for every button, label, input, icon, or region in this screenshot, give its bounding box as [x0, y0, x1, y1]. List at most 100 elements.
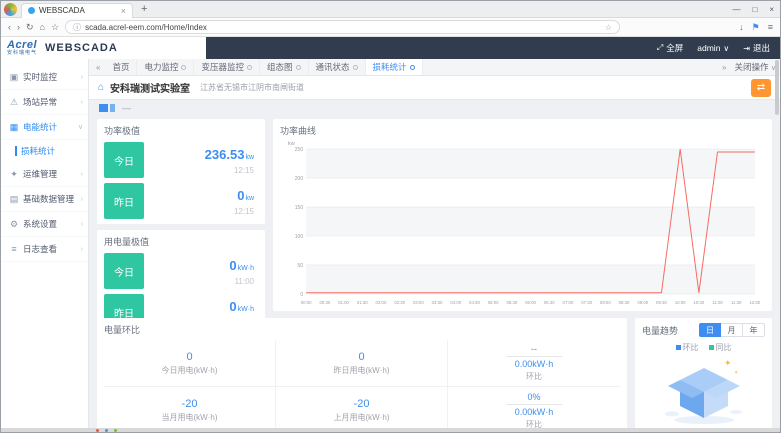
- app-header: Acrel 安科瑞电气 WEBSCADA ⤢ 全屏 admin ∨ ⇥ 退出: [1, 37, 780, 59]
- sidebar-subitem-label: 损耗统计: [21, 145, 55, 157]
- cell-label: 昨日用电(kW·h): [334, 365, 390, 376]
- logout-icon: ⇥: [743, 44, 750, 53]
- url-bar[interactable]: ⓘ scada.acrel-eem.com/Home/Index ☆: [65, 20, 620, 34]
- compare-grid: 0今日用电(kW·h)0昨日用电(kW·h)--0.00kW·h环比-20当月用…: [104, 340, 620, 433]
- menu-icon[interactable]: ≡: [768, 22, 773, 32]
- range-button-月[interactable]: 月: [721, 323, 743, 337]
- chevron-icon: ›: [81, 196, 83, 203]
- empty-state-illustration: ✦ ✦: [642, 356, 765, 428]
- sidebar-item-label: 场站异常: [23, 96, 81, 108]
- page-scrollbar[interactable]: [775, 60, 779, 427]
- tab-scroll-left-icon[interactable]: «: [93, 63, 103, 72]
- tab-close-icon[interactable]: [296, 65, 301, 70]
- tab-组态图[interactable]: 组态图: [260, 59, 309, 75]
- taskbar-dot: [105, 429, 108, 432]
- tab-close-icon[interactable]: ×: [121, 6, 126, 16]
- svg-text:02:30: 02:30: [394, 300, 405, 305]
- blue-square-small-icon[interactable]: [110, 104, 115, 112]
- home-icon[interactable]: ⌂: [40, 22, 45, 32]
- database-icon: ▤: [9, 194, 19, 205]
- compare-cell: -20上月用电(kW·h): [276, 387, 448, 433]
- ratio-delta: 0.00kW·h: [515, 359, 554, 369]
- tab-close-icon[interactable]: [181, 65, 186, 70]
- tab-close-icon[interactable]: [353, 65, 358, 70]
- sidebar-subitem-损耗统计[interactable]: 损耗统计: [1, 140, 88, 162]
- blue-square-icon[interactable]: [99, 104, 108, 112]
- svg-text:09:00: 09:00: [637, 300, 648, 305]
- tab-scroll-right-icon[interactable]: »: [719, 63, 729, 72]
- sidebar-item-运维管理[interactable]: ✦运维管理›: [1, 162, 88, 187]
- svg-text:06:00: 06:00: [525, 300, 536, 305]
- card-values: 0kw12:15: [144, 187, 258, 216]
- legend-item[interactable]: 环比: [676, 342, 699, 353]
- collapse-dash[interactable]: —: [122, 103, 131, 113]
- header-actions: ⤢ 全屏 admin ∨ ⇥ 退出: [657, 37, 780, 59]
- tab-通讯状态[interactable]: 通讯状态: [309, 59, 366, 75]
- tab-close-icon[interactable]: [247, 65, 252, 70]
- acrel-logo: Acrel 安科瑞电气: [7, 40, 37, 56]
- scrollbar-thumb[interactable]: [775, 60, 779, 115]
- card-time: 12:15: [144, 166, 254, 175]
- logout-button[interactable]: ⇥ 退出: [743, 42, 770, 54]
- site-info-icon[interactable]: ⓘ: [73, 22, 81, 33]
- favorite-icon[interactable]: ☆: [605, 23, 612, 32]
- close-operations-label: 关闭操作: [734, 62, 768, 72]
- sidebar-item-电能统计[interactable]: ▦电能统计∨: [1, 115, 88, 140]
- refresh-icon[interactable]: ↻: [26, 22, 34, 33]
- ops-icon: ✦: [9, 169, 19, 180]
- svg-text:✦: ✦: [734, 370, 738, 376]
- cell-label: 上月用电(kW·h): [334, 412, 390, 423]
- panel-title: 功率极值: [104, 124, 258, 137]
- tab-label: 损耗统计: [373, 61, 407, 73]
- tab-首页[interactable]: 首页: [105, 59, 137, 75]
- svg-text:50: 50: [298, 263, 304, 269]
- sidebar-item-基础数据管理[interactable]: ▤基础数据管理›: [1, 187, 88, 212]
- svg-text:07:30: 07:30: [581, 300, 592, 305]
- legend-item[interactable]: 同比: [709, 342, 732, 353]
- sidebar-item-label: 日志查看: [23, 243, 81, 255]
- browser-logo-icon[interactable]: [4, 3, 17, 16]
- bookmark-star-icon[interactable]: ☆: [51, 22, 59, 33]
- maximize-icon[interactable]: □: [752, 5, 757, 14]
- sidebar-item-label: 电能统计: [23, 121, 78, 133]
- tab-close-icon[interactable]: [410, 65, 415, 70]
- svg-text:11:00: 11:00: [712, 300, 723, 305]
- compare-cell: --0.00kW·h环比: [448, 340, 620, 387]
- new-tab-button[interactable]: +: [141, 3, 147, 15]
- tab-电力监控[interactable]: 电力监控: [137, 59, 194, 75]
- forward-icon[interactable]: ›: [17, 22, 20, 32]
- card-values: 0kW·h11:00: [144, 257, 258, 286]
- range-button-日[interactable]: 日: [699, 323, 721, 337]
- card-value: 236.53: [205, 147, 245, 162]
- panel-title: 功率曲线: [280, 124, 765, 137]
- day-badge: 昨日: [104, 183, 144, 219]
- svg-text:01:30: 01:30: [357, 300, 368, 305]
- panel-title: 用电量极值: [104, 235, 258, 248]
- close-operations-menu[interactable]: 关闭操作 ∨: [734, 61, 776, 73]
- sidebar-item-系统设置[interactable]: ⚙系统设置›: [1, 212, 88, 237]
- svg-text:05:30: 05:30: [506, 300, 517, 305]
- tab-变压器监控[interactable]: 变压器监控: [194, 59, 260, 75]
- cell-label: 当月用电(kW·h): [162, 412, 218, 423]
- back-icon[interactable]: ‹: [8, 22, 11, 32]
- svg-text:06:30: 06:30: [544, 300, 555, 305]
- fullscreen-button[interactable]: ⤢ 全屏: [657, 42, 683, 54]
- extreme-card: 今日0kW·h11:00: [104, 253, 258, 289]
- svg-text:03:00: 03:00: [413, 300, 424, 305]
- svg-text:02:00: 02:00: [376, 300, 387, 305]
- sidebar-item-场站异常[interactable]: ⚠场站异常›: [1, 90, 88, 115]
- cell-value: -20: [182, 398, 198, 410]
- sidebar-item-实时监控[interactable]: ▣实时监控›: [1, 65, 88, 90]
- browser-tab-strip: WEBSCADA × + — □ ×: [1, 1, 780, 18]
- range-button-年[interactable]: 年: [743, 323, 765, 337]
- tab-label: 组态图: [267, 61, 293, 73]
- translate-flag-icon[interactable]: ⚑: [752, 22, 760, 33]
- user-menu[interactable]: admin ∨: [697, 43, 729, 53]
- sidebar-item-日志查看[interactable]: ≡日志查看›: [1, 237, 88, 262]
- tab-损耗统计[interactable]: 损耗统计: [366, 59, 423, 75]
- browser-tab[interactable]: WEBSCADA ×: [21, 3, 133, 18]
- minimize-icon[interactable]: —: [732, 5, 740, 14]
- close-icon[interactable]: ×: [769, 5, 774, 14]
- download-icon[interactable]: ↓: [739, 22, 744, 32]
- station-switch-button[interactable]: ⇄: [751, 79, 771, 97]
